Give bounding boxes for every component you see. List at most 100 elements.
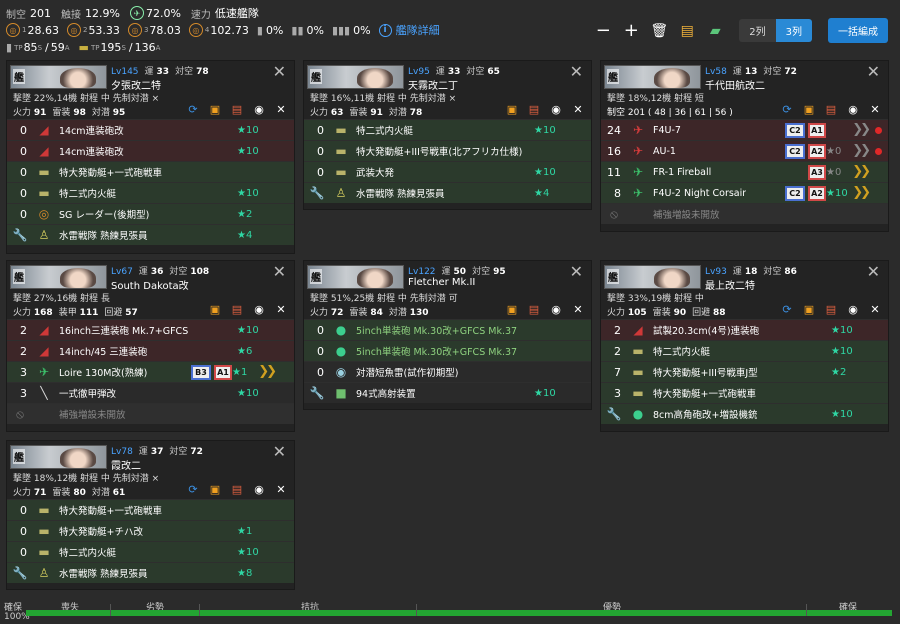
item-box-icon[interactable]: ▣ <box>505 303 519 316</box>
toolbox-icon[interactable]: ▤ <box>527 303 541 316</box>
item-box-icon[interactable]: ▣ <box>505 103 519 116</box>
eye-icon[interactable]: ◉ <box>846 103 860 116</box>
ship-banner[interactable]: 艦 <box>10 445 107 469</box>
eye-icon[interactable]: ◉ <box>549 303 563 316</box>
swap-icon[interactable]: ⟳ <box>186 483 200 496</box>
item-box-icon[interactable]: ▣ <box>208 303 222 316</box>
ship-name[interactable]: Fletcher Mk.II <box>408 277 475 288</box>
equipment-slot[interactable]: 0 ▬ 特大発動艇+一式砲戦車 <box>7 499 294 520</box>
item-box-icon[interactable]: ▣ <box>208 103 222 116</box>
bulk-edit-button[interactable]: 一括編成 <box>828 18 888 43</box>
equipment-slot[interactable]: 3 ▬ 特大発動艇+一式砲戦車 <box>601 382 888 403</box>
equipment-slot[interactable]: 2 ◢ 14inch/45 三連装砲 ★6 <box>7 340 294 361</box>
remove-icon[interactable]: ✕ <box>274 303 288 316</box>
equipment-slot[interactable]: 0 ◎ SG レーダー(後期型) ★2 <box>7 203 294 224</box>
item-box-icon[interactable]: ▣ <box>802 303 816 316</box>
equipment-slot[interactable]: 🔧 ♙ 水雷戦隊 熟練見張員 ★8 <box>7 562 294 583</box>
ship-name[interactable]: South Dakota改 <box>111 277 189 292</box>
remove-icon[interactable]: ✕ <box>571 303 585 316</box>
eye-icon[interactable]: ◉ <box>846 303 860 316</box>
wrench-icon[interactable]: 🔧 <box>7 228 33 242</box>
equipment-slot[interactable]: 3 ✈ Loire 130M改(熟練) ★1 B3 A1 ❯❯ <box>7 361 294 382</box>
equipment-slot[interactable]: 2 ◢ 試製20.3cm(4号)連装砲 ★10 <box>601 319 888 340</box>
equipment-slot[interactable]: ⦸ 補強増設未開放 <box>601 203 888 224</box>
equipment-slot[interactable]: 0 ▬ 特大発動艇+一式砲戦車 <box>7 161 294 182</box>
equipment-slot[interactable]: 16 ✈ AU-1 ★0 C2 A2 ❯❯ <box>601 140 888 161</box>
clipboard-icon[interactable]: ▤ <box>677 21 697 41</box>
toolbox-icon[interactable]: ▤ <box>824 103 838 116</box>
toolbox-icon[interactable]: ▤ <box>527 103 541 116</box>
toolbox-icon[interactable]: ▤ <box>230 483 244 496</box>
close-icon[interactable]: ✕ <box>273 262 286 281</box>
eye-icon[interactable]: ◉ <box>549 103 563 116</box>
equipment-slot[interactable]: 24 ✈ F4U-7 C2 A1 ❯❯ <box>601 119 888 140</box>
toolbox-icon[interactable]: ▤ <box>824 303 838 316</box>
equipment-slot[interactable]: 0 ◢ 14cm連装砲改 ★10 <box>7 140 294 161</box>
close-icon[interactable]: ✕ <box>570 262 583 281</box>
close-icon[interactable]: ✕ <box>867 262 880 281</box>
wrench-icon[interactable]: 🔧 <box>304 386 330 400</box>
ship-banner[interactable]: 艦 <box>10 65 107 89</box>
ship-banner[interactable]: 艦 <box>307 265 404 289</box>
equipment-slot[interactable]: 🔧 ● 8cm高角砲改+増設機銃 ★10 <box>601 403 888 424</box>
equipment-slot[interactable]: 0 ▬ 特二式内火艇 ★10 <box>7 182 294 203</box>
item-box-icon[interactable]: ▣ <box>208 483 222 496</box>
close-icon[interactable]: ✕ <box>273 442 286 461</box>
equipment-slot[interactable]: 0 ▬ 特二式内火艇 ★10 <box>304 119 591 140</box>
ship-name[interactable]: 天霧改二丁 <box>408 77 458 92</box>
ship-name[interactable]: 最上改二特 <box>705 277 755 292</box>
equipment-slot[interactable]: 8 ✈ F4U-2 Night Corsair ★10 C2 A2 ❯❯ <box>601 182 888 203</box>
equipment-slot[interactable]: ⦸ 補強増設未開放 <box>7 403 294 424</box>
plus-icon[interactable]: + <box>621 20 641 41</box>
remove-icon[interactable]: ✕ <box>274 483 288 496</box>
equipment-slot[interactable]: 0 ◉ 対潜短魚雷(試作初期型) <box>304 361 591 382</box>
eye-icon[interactable]: ◉ <box>252 483 266 496</box>
close-icon[interactable]: ✕ <box>867 62 880 81</box>
ship-name[interactable]: 霞改二 <box>111 457 141 472</box>
equipment-slot[interactable]: 11 ✈ FR-1 Fireball ★0 A3 ❯❯ <box>601 161 888 182</box>
close-icon[interactable]: ✕ <box>273 62 286 81</box>
swap-icon[interactable]: ⟳ <box>186 103 200 116</box>
two-column-button[interactable]: 2列 <box>739 19 776 42</box>
trash-icon[interactable]: 🗑 <box>649 21 669 41</box>
equipment-slot[interactable]: 0 ● 5inch単装砲 Mk.30改+GFCS Mk.37 <box>304 319 591 340</box>
item-box-icon[interactable]: ▣ <box>802 103 816 116</box>
equipment-slot[interactable]: 0 ▬ 特大発動艇+III号戦車(北アフリカ仕様) <box>304 140 591 161</box>
ship-banner[interactable]: 艦 <box>307 65 404 89</box>
wrench-icon[interactable]: 🔧 <box>601 407 627 421</box>
three-column-button[interactable]: 3列 <box>775 19 812 42</box>
cards-icon[interactable]: ▰ <box>705 21 725 41</box>
minus-icon[interactable]: − <box>593 20 613 41</box>
eye-icon[interactable]: ◉ <box>252 103 266 116</box>
swap-icon[interactable]: ⟳ <box>780 303 794 316</box>
wrench-icon[interactable]: 🔧 <box>304 186 330 200</box>
remove-icon[interactable]: ✕ <box>274 103 288 116</box>
equipment-slot[interactable]: 0 ◢ 14cm連装砲改 ★10 <box>7 119 294 140</box>
remove-icon[interactable]: ✕ <box>868 303 882 316</box>
equipment-slot[interactable]: 0 ▬ 特大発動艇+チハ改 ★1 <box>7 520 294 541</box>
equipment-slot[interactable]: 7 ▬ 特大発動艇+III号戦車J型 ★2 <box>601 361 888 382</box>
swap-icon[interactable]: ⟳ <box>780 103 794 116</box>
equipment-slot[interactable]: 0 ● 5inch単装砲 Mk.30改+GFCS Mk.37 <box>304 340 591 361</box>
eye-icon[interactable]: ◉ <box>252 303 266 316</box>
equipment-slot[interactable]: 🔧 ■ 94式高射装置 ★10 <box>304 382 591 403</box>
remove-icon[interactable]: ✕ <box>571 103 585 116</box>
equipment-slot[interactable]: 2 ▬ 特二式内火艇 ★10 <box>601 340 888 361</box>
close-icon[interactable]: ✕ <box>570 62 583 81</box>
equipment-slot[interactable]: 0 ▬ 武装大発 ★10 <box>304 161 591 182</box>
equipment-slot[interactable]: 3 ╲ 一式徹甲弾改 ★10 <box>7 382 294 403</box>
fleet-detail-link[interactable]: i 艦隊詳細 <box>378 22 440 38</box>
remove-icon[interactable]: ✕ <box>868 103 882 116</box>
wrench-icon[interactable]: 🔧 <box>7 566 33 580</box>
ship-name[interactable]: 千代田航改二 <box>705 77 765 92</box>
equipment-slot[interactable]: 🔧 ♙ 水雷戦隊 熟練見張員 ★4 <box>304 182 591 203</box>
equipment-slot[interactable]: 2 ◢ 16inch三連装砲 Mk.7+GFCS ★10 <box>7 319 294 340</box>
equipment-slot[interactable]: 🔧 ♙ 水雷戦隊 熟練見張員 ★4 <box>7 224 294 245</box>
ship-banner[interactable]: 艦 <box>604 265 701 289</box>
toolbox-icon[interactable]: ▤ <box>230 303 244 316</box>
equipment-slot[interactable]: 0 ▬ 特二式内火艇 ★10 <box>7 541 294 562</box>
ship-banner[interactable]: 艦 <box>10 265 107 289</box>
toolbox-icon[interactable]: ▤ <box>230 103 244 116</box>
ship-banner[interactable]: 艦 <box>604 65 701 89</box>
ship-name[interactable]: 夕張改二特 <box>111 77 161 92</box>
